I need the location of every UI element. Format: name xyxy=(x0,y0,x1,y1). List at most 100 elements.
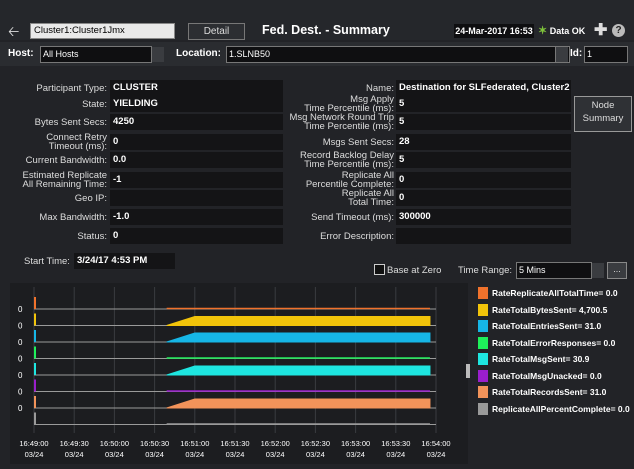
cluster-select[interactable]: Cluster1:Cluster1Jmx xyxy=(30,23,175,39)
node-summary-button[interactable]: Node Summary xyxy=(574,96,632,132)
row-start-marker xyxy=(34,379,36,392)
right-field-label-0: Name: xyxy=(366,83,394,94)
left-field-label-5: Estimated Replicate All Remaining Time: xyxy=(22,170,107,190)
legend-label: ReplicateAllPercentComplete= 0.0 xyxy=(492,403,630,414)
x-tick-time: 16:53:30 xyxy=(381,439,410,448)
x-tick-time: 16:54:00 xyxy=(421,439,450,448)
legend-splitter-handle[interactable] xyxy=(466,364,470,378)
x-tick-date: 03/24 xyxy=(185,450,204,459)
x-tick-time: 16:49:30 xyxy=(60,439,89,448)
left-field-label-7: Max Bandwidth: xyxy=(39,212,107,223)
host-select-arrow-icon[interactable] xyxy=(151,47,164,62)
x-tick-date: 03/24 xyxy=(226,450,245,459)
detail-button[interactable]: Detail xyxy=(188,23,245,40)
legend-label: RateTotalErrorResponses= 0.0 xyxy=(492,337,616,348)
x-tick-time: 16:51:30 xyxy=(220,439,249,448)
data-ok-icon: ✶ xyxy=(538,25,548,37)
x-tick-time: 16:52:30 xyxy=(301,439,330,448)
left-field-label-6: Geo IP: xyxy=(74,193,107,204)
right-field-value-1: 5 xyxy=(396,96,571,112)
id-field[interactable]: 1 xyxy=(584,46,628,63)
series-area-RateTotalRecordsSent xyxy=(166,398,431,409)
row-start-marker xyxy=(34,346,36,359)
x-tick-date: 03/24 xyxy=(427,450,446,459)
right-field-label-4: Record Backlog Delay Time Percentile (ms… xyxy=(300,150,394,170)
location-label: Location: xyxy=(176,48,221,59)
x-tick-date: 03/24 xyxy=(266,450,285,459)
time-range-select[interactable]: 5 Mins xyxy=(516,262,592,279)
page-title: Fed. Dest. - Summary xyxy=(262,23,390,37)
left-field-label-0: Participant Type: xyxy=(36,83,107,94)
x-tick-date: 03/24 xyxy=(386,450,405,459)
right-field-label-2: Msg Network Round Trip Time Percentile (… xyxy=(289,112,394,132)
chart-legend: RateReplicateAllTotalTime= 0.0 RateTotalB… xyxy=(474,283,634,464)
row-start-marker xyxy=(34,396,36,408)
right-field-label-5: Replicate All Percentile Complete: xyxy=(305,170,394,190)
row-start-marker xyxy=(34,330,36,342)
legend-label: RateTotalRecordsSent= 31.0 xyxy=(492,387,607,397)
x-tick-time: 16:53:00 xyxy=(341,439,370,448)
series-area-RateTotalMsgSent xyxy=(166,365,431,376)
left-field-label-8: Status: xyxy=(77,231,107,242)
location-select-arrow-icon[interactable] xyxy=(555,47,568,62)
y-tick-label: 0 xyxy=(18,338,23,347)
right-field-label-8: Error Description: xyxy=(320,231,394,242)
base-at-zero-checkbox[interactable] xyxy=(374,264,385,275)
time-range-label: Time Range: xyxy=(458,265,513,276)
host-label: Host: xyxy=(8,48,34,59)
location-select[interactable]: 1.SLNB50 xyxy=(226,46,570,63)
x-tick-date: 03/24 xyxy=(65,450,84,459)
right-field-value-2: 5 xyxy=(396,114,571,130)
right-field-value-6: 0 xyxy=(396,190,571,206)
left-field-label-3: Connect Retry Timeout (ms): xyxy=(46,132,107,152)
legend-label: RateTotalMsgSent= 30.9 xyxy=(492,354,590,364)
trend-chart-svg: 0 0 0 0 0 0 0 16:49:00 03/24 16:49:30 03/24 16:50:0… xyxy=(18,287,451,459)
y-tick-label: 0 xyxy=(18,322,23,331)
right-field-value-5: 0 xyxy=(396,172,571,188)
series-area-RateTotalBytesSent xyxy=(166,316,431,326)
x-tick-time: 16:51:00 xyxy=(180,439,209,448)
x-tick-date: 03/24 xyxy=(25,450,44,459)
right-field-value-8 xyxy=(396,228,571,244)
x-tick-date: 03/24 xyxy=(346,450,365,459)
start-time-label: Start Time: xyxy=(24,256,70,267)
x-tick-date: 03/24 xyxy=(145,450,164,459)
legend-label: RateTotalMsgUnacked= 0.0 xyxy=(492,370,602,381)
x-tick-time: 16:50:30 xyxy=(140,439,169,448)
legend-swatch xyxy=(478,369,488,382)
host-select[interactable]: All Hosts xyxy=(40,46,152,63)
x-tick-time: 16:49:00 xyxy=(19,439,48,448)
legend-swatch xyxy=(478,303,488,316)
left-field-label-1: State: xyxy=(82,99,107,110)
left-field-label-2: Bytes Sent Secs: xyxy=(34,117,107,128)
help-icon[interactable]: ? xyxy=(612,24,625,37)
plus-icon[interactable]: ✚ xyxy=(594,20,607,40)
right-field-value-4: 5 xyxy=(396,152,571,168)
series-area-RateTotalEntriesSent xyxy=(166,332,431,343)
legend-swatch xyxy=(478,353,488,365)
right-field-label-3: Msgs Sent Secs: xyxy=(322,137,394,148)
time-range-arrow-icon[interactable] xyxy=(591,263,604,278)
right-field-value-0: Destination for SLFederated, Cluster2 xyxy=(396,80,571,96)
x-tick-date: 03/24 xyxy=(105,450,124,459)
y-tick-label: 0 xyxy=(18,355,23,364)
y-tick-label: 0 xyxy=(18,371,23,380)
row-start-marker xyxy=(34,363,36,375)
time-range-more-button[interactable]: ... xyxy=(607,262,627,279)
timestamp: 24-Mar-2017 16:53 xyxy=(454,24,534,38)
x-tick-time: 16:50:00 xyxy=(100,439,129,448)
y-tick-label: 0 xyxy=(18,305,23,314)
filter-bar: Host: All Hosts Location: 1.SLNB50 Id: 1 xyxy=(0,42,634,66)
legend-label: RateTotalBytesSent= 4,700.5 xyxy=(492,304,608,315)
left-field-label-4: Current Bandwidth: xyxy=(25,155,107,166)
legend-swatch xyxy=(478,386,488,398)
row-start-marker xyxy=(34,412,36,425)
legend-swatch xyxy=(478,287,488,299)
legend-label: RateTotalEntriesSent= 31.0 xyxy=(492,321,602,331)
right-field-value-3: 28 xyxy=(396,134,571,150)
right-field-label-6: Replicate All Total Time: xyxy=(341,188,394,208)
right-field-label-7: Send Timeout (ms): xyxy=(311,212,394,223)
row-start-marker xyxy=(34,297,36,309)
legend-label: RateReplicateAllTotalTime= 0.0 xyxy=(492,288,618,298)
base-at-zero-label: Base at Zero xyxy=(387,265,442,276)
